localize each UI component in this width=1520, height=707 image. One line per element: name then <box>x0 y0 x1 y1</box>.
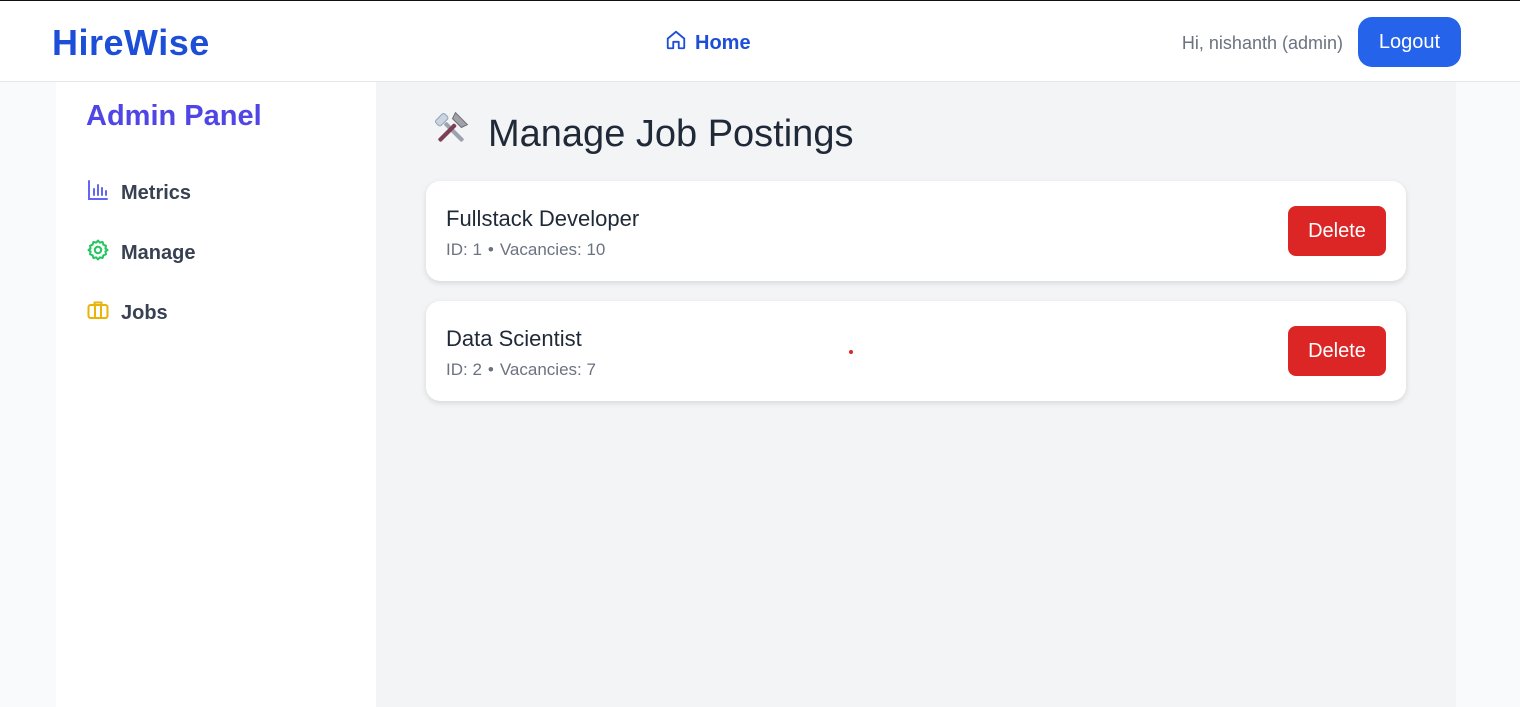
job-vacancies: Vacancies: 7 <box>499 360 596 379</box>
bar-chart-icon <box>86 178 110 208</box>
delete-button[interactable]: Delete <box>1288 206 1386 256</box>
job-title: Data Scientist <box>446 326 582 351</box>
meta-separator: • <box>487 240 494 259</box>
hammer-wrench-icon <box>430 108 472 160</box>
job-title: Fullstack Developer <box>446 206 640 231</box>
sidebar-item-manage[interactable]: Manage <box>86 238 195 268</box>
job-id: ID: 2 <box>446 360 482 379</box>
admin-sidebar: Admin Panel Metrics Manage Jobs <box>56 82 376 707</box>
nav-home-link[interactable]: Home <box>665 29 751 57</box>
briefcase-icon <box>86 298 110 328</box>
job-vacancies: Vacancies: 10 <box>499 240 606 259</box>
logout-button[interactable]: Logout <box>1358 17 1461 67</box>
app-logo[interactable]: HireWise <box>52 22 210 64</box>
home-icon <box>665 29 687 57</box>
sidebar-item-label: Metrics <box>121 181 192 204</box>
gear-icon <box>86 238 110 268</box>
sidebar-title: Admin Panel <box>86 100 262 132</box>
sidebar-item-label: Jobs <box>121 301 168 324</box>
page-title-text: Manage Job Postings <box>488 112 854 155</box>
sidebar-item-label: Manage <box>121 241 196 264</box>
job-card: Data Scientist ID: 2 • Vacancies: 7 Dele… <box>426 301 1406 401</box>
main-content: Manage Job Postings Fullstack Developer … <box>376 82 1456 707</box>
nav-home-label: Home <box>695 31 751 54</box>
job-id: ID: 1 <box>446 240 482 259</box>
sidebar-item-jobs[interactable]: Jobs <box>86 298 168 328</box>
page-title: Manage Job Postings <box>430 108 853 160</box>
job-meta: ID: 2 • Vacancies: 7 <box>446 360 596 380</box>
top-navbar: HireWise Home Hi, nishanth (admin) Logou… <box>0 0 1520 82</box>
cursor-dot <box>849 350 853 354</box>
job-meta: ID: 1 • Vacancies: 10 <box>446 240 605 260</box>
job-card: Fullstack Developer ID: 1 • Vacancies: 1… <box>426 181 1406 281</box>
user-greeting: Hi, nishanth (admin) <box>1181 33 1343 53</box>
delete-button[interactable]: Delete <box>1288 326 1386 376</box>
sidebar-item-metrics[interactable]: Metrics <box>86 178 191 208</box>
meta-separator: • <box>487 360 494 379</box>
